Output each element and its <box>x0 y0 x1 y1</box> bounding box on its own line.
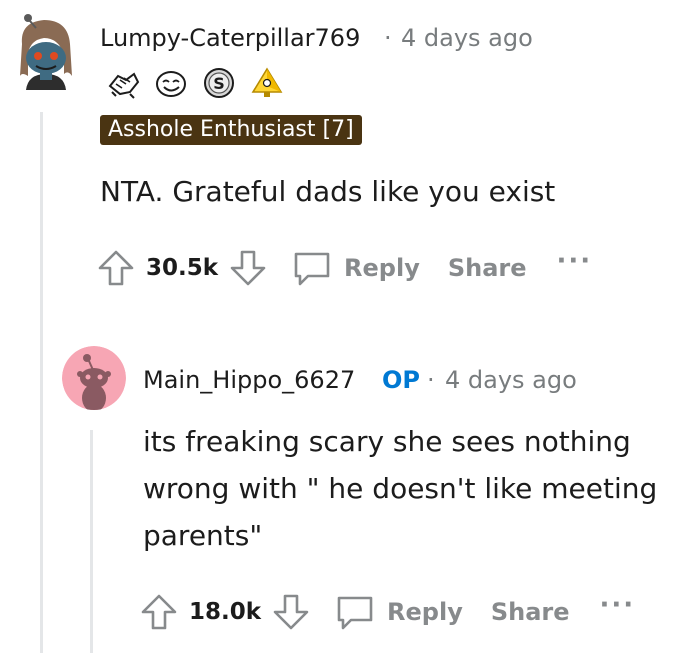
downvote-arrow-icon[interactable] <box>271 592 311 632</box>
wholesome-handshake-award-icon[interactable] <box>106 66 140 100</box>
comment-body-line: parents" <box>143 519 263 552</box>
meta-separator: · <box>384 24 392 52</box>
comment-body: NTA. Grateful dads like you exist <box>100 175 556 208</box>
comment-body-line: wrong with " he doesn't like meeting <box>143 472 658 505</box>
user-avatar[interactable] <box>62 346 126 410</box>
user-avatar[interactable] <box>14 14 76 90</box>
svg-text:S: S <box>213 74 225 93</box>
upvote-arrow-icon[interactable] <box>96 248 136 288</box>
smiley-face-award-icon[interactable] <box>154 66 188 100</box>
reply-button[interactable]: Reply <box>387 598 463 626</box>
thread-line-top[interactable] <box>40 112 43 653</box>
upvote-arrow-icon[interactable] <box>139 592 179 632</box>
share-button[interactable]: Share <box>448 254 527 282</box>
reply-chat-bubble-icon[interactable] <box>290 246 334 290</box>
avatar-snoo-icon <box>62 346 126 410</box>
comment-timestamp[interactable]: 4 days ago <box>401 24 533 52</box>
silver-coin-award-icon[interactable]: S <box>202 66 236 100</box>
comment-timestamp[interactable]: 4 days ago <box>445 366 577 394</box>
gold-pyramid-award-icon[interactable] <box>250 66 284 100</box>
more-options-button[interactable]: ··· <box>557 248 593 274</box>
reply-chat-bubble-icon[interactable] <box>333 590 377 634</box>
downvote-arrow-icon[interactable] <box>228 248 268 288</box>
comment-body-line: its freaking scary she sees nothing <box>143 425 631 458</box>
comment-username[interactable]: Lumpy-Caterpillar769 <box>100 24 360 52</box>
vote-score: 18.0k <box>189 599 262 625</box>
op-badge: OP <box>382 366 420 394</box>
more-options-button[interactable]: ··· <box>600 592 636 618</box>
awards-row: S <box>106 66 284 100</box>
vote-score: 30.5k <box>146 255 219 281</box>
comment-actions: 30.5k Reply Share ··· <box>96 246 592 290</box>
meta-separator: · <box>427 366 435 394</box>
reply-button[interactable]: Reply <box>344 254 420 282</box>
comment-actions: 18.0k Reply Share ··· <box>139 590 635 634</box>
thread-line-nested[interactable] <box>90 430 93 653</box>
comment-username[interactable]: Main_Hippo_6627 <box>143 366 355 394</box>
user-flair: Asshole Enthusiast [7] <box>100 115 362 145</box>
share-button[interactable]: Share <box>491 598 570 626</box>
avatar-snoo-icon <box>20 14 72 90</box>
comment-body: its freaking scary she sees nothing wron… <box>143 418 698 559</box>
